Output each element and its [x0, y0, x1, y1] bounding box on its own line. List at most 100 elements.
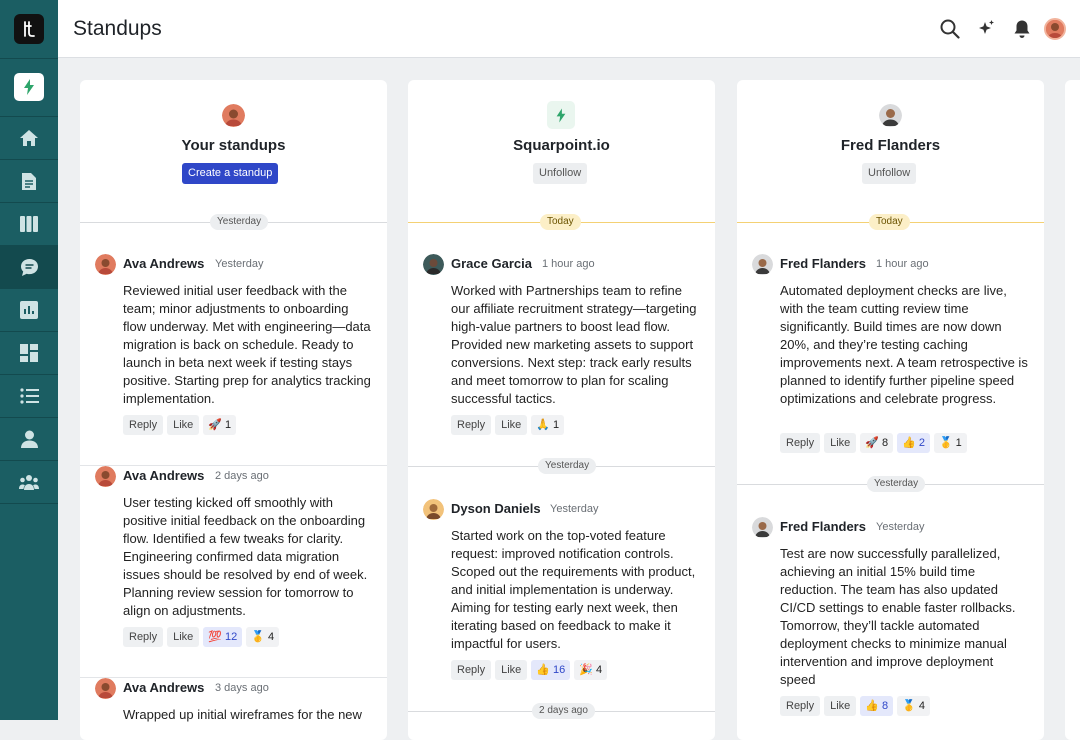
entry-actions: Reply Like 👍 16 🎉 4: [451, 660, 608, 680]
reaction-party[interactable]: 🎉 4: [574, 660, 608, 680]
reply-button[interactable]: Reply: [123, 415, 164, 435]
team-icon: [19, 474, 39, 490]
reaction-count: 4: [267, 631, 275, 643]
standup-column-partial: [1065, 80, 1080, 740]
reply-button[interactable]: Reply: [780, 696, 821, 716]
unfollow-button[interactable]: Unfollow: [862, 163, 917, 184]
entry-time: 3 days ago: [215, 682, 269, 694]
nav-people[interactable]: [0, 418, 58, 461]
date-pill: Today: [869, 214, 910, 230]
reaction-thumbs-up[interactable]: 👍 16: [531, 660, 571, 680]
reply-button[interactable]: Reply: [123, 627, 164, 647]
column-header: Squarpoint.io Unfollow: [408, 80, 715, 225]
reply-button[interactable]: Reply: [451, 415, 492, 435]
author-avatar: [95, 678, 116, 699]
nav-teams[interactable]: [0, 461, 58, 504]
reaction-thumbs-up[interactable]: 👍 2: [897, 433, 930, 453]
column-avatar: [222, 104, 245, 127]
reaction-rocket[interactable]: 🚀 8: [860, 433, 894, 453]
thumbs-up-icon: 👍: [902, 437, 916, 449]
entry-actions: Reply Like 🚀 8 👍 2 🥇 1: [780, 433, 967, 453]
create-standup-button[interactable]: Create a standup: [182, 163, 279, 184]
standup-column-squarpoint: Squarpoint.io Unfollow Today Grace Garci…: [408, 80, 715, 740]
reply-button[interactable]: Reply: [451, 660, 492, 680]
nav-standups[interactable]: [0, 246, 58, 289]
hundred-icon: 💯: [208, 631, 223, 643]
party-icon: 🎉: [579, 664, 593, 676]
reaction-count: 4: [918, 700, 925, 712]
reaction-count: 2: [918, 437, 925, 449]
column-avatar: [879, 104, 902, 127]
column-header: Fred Flanders Unfollow: [737, 80, 1044, 225]
like-button[interactable]: Like: [824, 433, 857, 453]
entry-time: 1 hour ago: [542, 258, 595, 270]
nav-lists[interactable]: [0, 375, 58, 418]
date-pill: Today: [540, 214, 581, 230]
nav-reports[interactable]: [0, 289, 58, 332]
author-avatar: [752, 517, 773, 538]
entry-body: User testing kicked off smoothly with po…: [123, 495, 368, 618]
reaction-count: 16: [553, 664, 566, 676]
nav-dashboard[interactable]: [0, 332, 58, 375]
reaction-count: 8: [882, 700, 889, 712]
author-name[interactable]: Grace Garcia: [451, 256, 532, 271]
column-title: Your standups: [181, 137, 286, 154]
entry-actions: Reply Like 👍 8 🥇 4: [780, 696, 930, 716]
nav-documents[interactable]: [0, 160, 58, 203]
author-name[interactable]: Fred Flanders: [780, 256, 866, 271]
unfollow-button[interactable]: Unfollow: [533, 163, 588, 184]
entry-body: Wrapped up initial wireframes for the ne…: [123, 707, 362, 722]
rail-divider: [0, 58, 58, 59]
reaction-count: 12: [225, 631, 238, 643]
user-avatar[interactable]: [1044, 18, 1066, 40]
document-icon: [22, 172, 36, 190]
reply-button[interactable]: Reply: [780, 433, 821, 453]
like-button[interactable]: Like: [167, 415, 200, 435]
reaction-pray[interactable]: 🙏 1: [531, 415, 565, 435]
entry-actions: Reply Like 🙏 1: [451, 415, 565, 435]
ai-assistant-button[interactable]: [968, 11, 1004, 47]
reaction-medal[interactable]: 🥇 1: [933, 433, 967, 453]
entry-divider: [80, 677, 387, 678]
bell-icon: [1014, 20, 1030, 38]
like-button[interactable]: Like: [167, 627, 200, 647]
notifications-button[interactable]: [1004, 11, 1040, 47]
author-name[interactable]: Ava Andrews: [123, 256, 204, 271]
author-avatar: [752, 254, 773, 275]
entry-divider: [80, 465, 387, 466]
author-avatar: [95, 466, 116, 487]
reaction-medal[interactable]: 🥇 4: [246, 627, 280, 647]
author-name[interactable]: Fred Flanders: [780, 519, 866, 534]
thumbs-up-icon: 👍: [536, 664, 551, 676]
entry-body: Test are now successfully parallelized, …: [780, 546, 1016, 687]
thumbs-up-icon: 👍: [865, 700, 880, 712]
reaction-count: 1: [955, 437, 962, 449]
standups-app-icon[interactable]: [14, 73, 44, 101]
standup-column-your-standups: Your standups Create a standup Yesterday…: [80, 80, 387, 740]
reaction-count: 8: [882, 437, 889, 449]
search-button[interactable]: [932, 11, 968, 47]
date-pill: Yesterday: [867, 476, 926, 492]
page-title: Standups: [73, 17, 162, 40]
squarpoint-logo-icon: [547, 101, 575, 129]
reaction-medal[interactable]: 🥇 4: [897, 696, 930, 716]
entry-actions: Reply Like 💯 12 🥇 4: [123, 627, 280, 647]
person-icon: [20, 430, 38, 448]
app-logo-icon[interactable]: [14, 14, 44, 44]
entry-body: Worked with Partnerships team to refine …: [451, 283, 697, 406]
entry-time: Yesterday: [215, 258, 264, 270]
reaction-thumbs-up[interactable]: 👍 8: [860, 696, 894, 716]
author-avatar: [95, 254, 116, 275]
like-button[interactable]: Like: [495, 660, 528, 680]
reaction-hundred[interactable]: 💯 12: [203, 627, 243, 647]
like-button[interactable]: Like: [824, 696, 857, 716]
author-name[interactable]: Dyson Daniels: [451, 501, 541, 516]
like-button[interactable]: Like: [495, 415, 528, 435]
reaction-count: 1: [225, 419, 232, 431]
nav-home[interactable]: [0, 117, 58, 160]
entry-time: Yesterday: [550, 503, 599, 515]
author-name[interactable]: Ava Andrews: [123, 680, 204, 695]
author-name[interactable]: Ava Andrews: [123, 468, 204, 483]
nav-boards[interactable]: [0, 203, 58, 246]
reaction-rocket[interactable]: 🚀 1: [203, 415, 237, 435]
